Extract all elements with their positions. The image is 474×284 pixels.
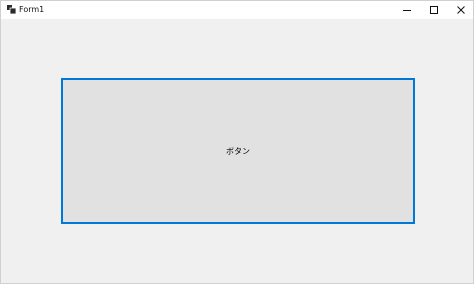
title-bar[interactable]: Form1: [1, 1, 473, 19]
close-icon: [457, 6, 465, 14]
minimize-button[interactable]: [394, 1, 420, 19]
close-button[interactable]: [448, 1, 474, 19]
app-icon: [7, 5, 16, 14]
maximize-icon: [430, 6, 438, 14]
minimize-icon: [403, 10, 411, 11]
main-button[interactable]: ボタン: [61, 78, 415, 224]
main-button-label: ボタン: [226, 146, 250, 156]
app-window: Form1 ボタン: [0, 0, 474, 284]
maximize-button[interactable]: [421, 1, 447, 19]
window-title: Form1: [19, 5, 45, 14]
form-client-area: ボタン: [1, 19, 473, 283]
